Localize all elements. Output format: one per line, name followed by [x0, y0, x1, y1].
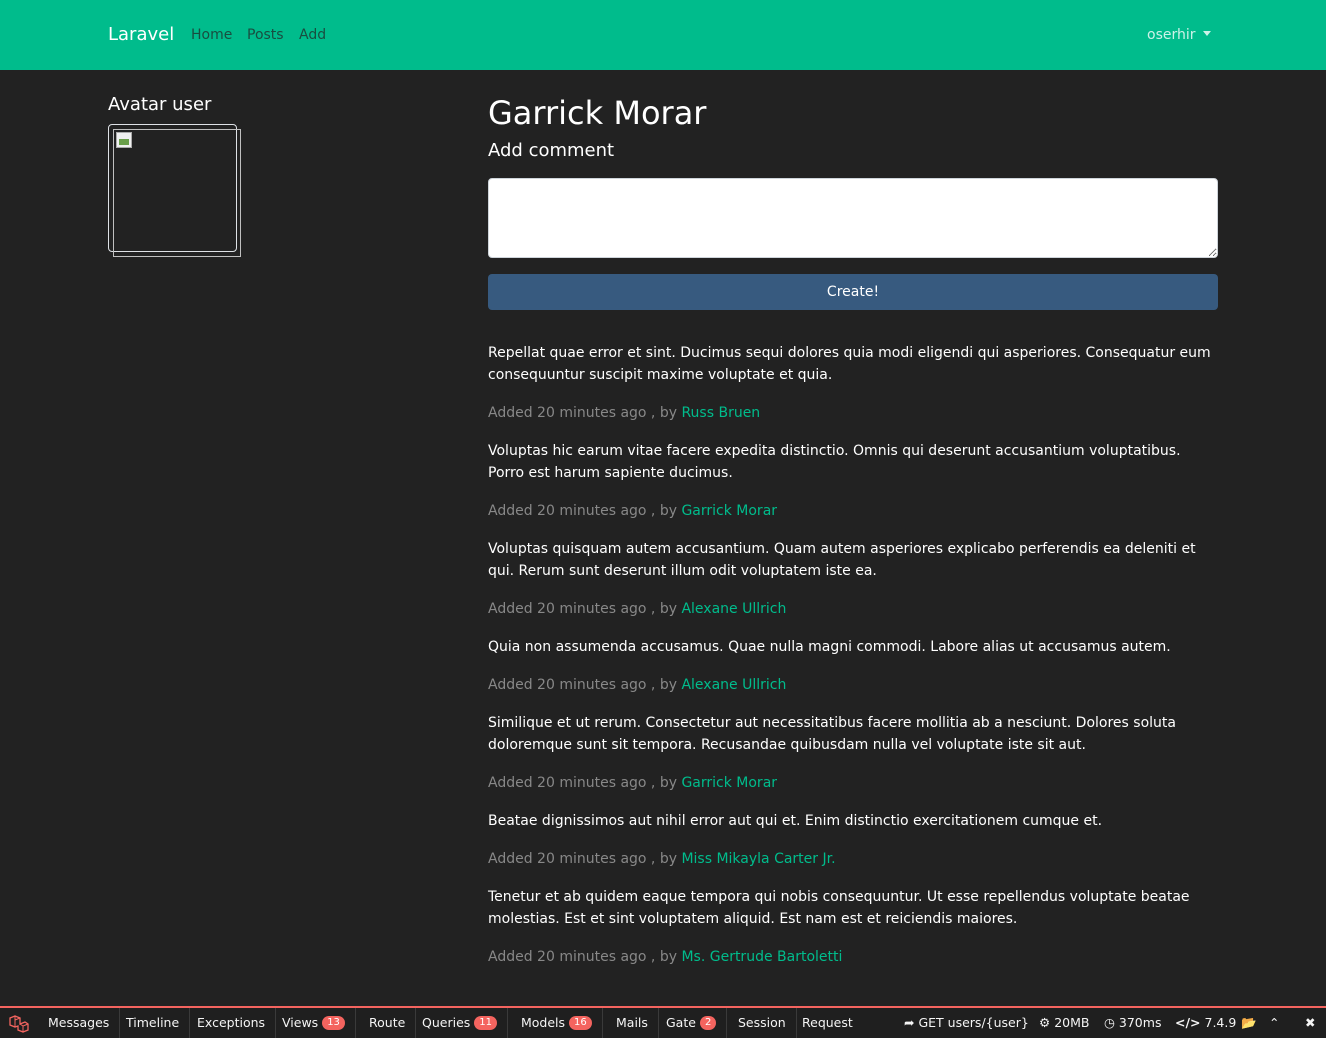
- cogs-icon: ⚙: [1039, 1015, 1051, 1030]
- debugbar-tab-session[interactable]: Session: [728, 1008, 797, 1038]
- debugbar-tab-exceptions[interactable]: Exceptions: [187, 1008, 277, 1038]
- comment-meta: Added 20 minutes ago , by Alexane Ullric…: [488, 598, 1218, 620]
- debugbar-tab-views[interactable]: Views 13: [272, 1008, 356, 1038]
- debugbar-tab-gate[interactable]: Gate 2: [656, 1008, 728, 1038]
- share-icon: ➦: [904, 1015, 915, 1030]
- debugbar-php: </> 7.4.9: [1175, 1008, 1236, 1038]
- debugbar-tab-timeline[interactable]: Timeline: [116, 1008, 191, 1038]
- avatar-title: Avatar user: [108, 94, 212, 115]
- debugbar-badge: 13: [322, 1015, 345, 1030]
- avatar-image: [113, 129, 241, 257]
- comment-author-link[interactable]: Ms. Gertrude Bartoletti: [681, 949, 842, 965]
- comment-text: Quia non assumenda accusamus. Quae nulla…: [488, 639, 1171, 655]
- comment-meta: Added 20 minutes ago , by Ms. Gertrude B…: [488, 946, 1218, 968]
- clock-icon: ◷: [1104, 1015, 1115, 1030]
- laravel-logo-icon[interactable]: [8, 1014, 30, 1034]
- comment-meta: Added 20 minutes ago , by Garrick Morar: [488, 500, 1218, 522]
- comment-item: Voluptas quisquam autem accusantium. Qua…: [488, 538, 1218, 620]
- folder-open-icon[interactable]: 📂: [1241, 1008, 1257, 1038]
- nav-link-home[interactable]: Home: [191, 27, 232, 43]
- debugbar-route[interactable]: ➦ GET users/{user}: [904, 1008, 1029, 1038]
- create-button[interactable]: Create!: [488, 274, 1218, 310]
- debugbar-route-text: GET users/{user}: [918, 1015, 1029, 1030]
- comment-meta-text: Added 20 minutes ago , by: [488, 677, 682, 693]
- comment-text: Voluptas hic earum vitae facere expedita…: [488, 443, 1181, 481]
- comment-item: Voluptas hic earum vitae facere expedita…: [488, 440, 1218, 522]
- debugbar-tab-label: Messages: [48, 1015, 110, 1030]
- debugbar-tab-label: Views: [282, 1015, 319, 1030]
- debugbar-memory-text: 20MB: [1054, 1015, 1090, 1030]
- comment-meta: Added 20 minutes ago , by Alexane Ullric…: [488, 674, 1218, 696]
- comment-list: Repellat quae error et sint. Ducimus seq…: [488, 342, 1218, 984]
- comment-meta: Added 20 minutes ago , by Russ Bruen: [488, 402, 1218, 424]
- code-icon: </>: [1175, 1015, 1201, 1030]
- debugbar-tab-label: Timeline: [126, 1015, 180, 1030]
- debugbar-php-text: 7.4.9: [1204, 1015, 1237, 1030]
- debugbar-tab-label: Gate: [666, 1015, 696, 1030]
- debugbar-tab-label: Exceptions: [197, 1015, 266, 1030]
- navbar: Laravel Home Posts Add oserhir: [0, 0, 1326, 70]
- comment-author-link[interactable]: Miss Mikayla Carter Jr.: [681, 851, 835, 867]
- debugbar-tab-mails[interactable]: Mails: [606, 1008, 659, 1038]
- debugbar: Messages Timeline Exceptions Views 13 Rou…: [0, 1006, 1326, 1038]
- debugbar-memory: ⚙ 20MB: [1039, 1008, 1089, 1038]
- comment-meta-text: Added 20 minutes ago , by: [488, 851, 682, 867]
- debugbar-tab-label: Mails: [616, 1015, 648, 1030]
- chevron-up-icon[interactable]: ⌃: [1269, 1008, 1279, 1038]
- comment-meta: Added 20 minutes ago , by Garrick Morar: [488, 772, 1218, 794]
- comment-item: Beatae dignissimos aut nihil error aut q…: [488, 810, 1218, 870]
- user-dropdown[interactable]: oserhir: [1147, 27, 1211, 43]
- nav-link-posts[interactable]: Posts: [247, 27, 284, 43]
- comment-item: Quia non assumenda accusamus. Quae nulla…: [488, 636, 1218, 696]
- nav-link-add[interactable]: Add: [299, 27, 326, 43]
- comment-item: Repellat quae error et sint. Ducimus seq…: [488, 342, 1218, 424]
- close-icon[interactable]: ✖: [1305, 1008, 1315, 1038]
- comment-author-link[interactable]: Alexane Ullrich: [681, 677, 786, 693]
- comment-textarea[interactable]: [488, 178, 1218, 258]
- debugbar-badge: 11: [474, 1015, 498, 1030]
- comment-text: Tenetur et ab quidem eaque tempora qui n…: [488, 889, 1190, 927]
- comment-meta-text: Added 20 minutes ago , by: [488, 503, 682, 519]
- comment-text: Repellat quae error et sint. Ducimus seq…: [488, 345, 1211, 383]
- user-name: oserhir: [1147, 27, 1196, 43]
- debugbar-time[interactable]: ◷ 370ms: [1104, 1008, 1161, 1038]
- broken-image-icon: [116, 132, 132, 148]
- comment-author-link[interactable]: Russ Bruen: [681, 405, 760, 421]
- comment-meta-text: Added 20 minutes ago , by: [488, 601, 682, 617]
- debugbar-tab-messages[interactable]: Messages: [38, 1008, 121, 1038]
- debugbar-tab-route[interactable]: Route: [359, 1008, 417, 1038]
- debugbar-tab-label: Models: [521, 1015, 566, 1030]
- comment-meta-text: Added 20 minutes ago , by: [488, 405, 682, 421]
- debugbar-time-text: 370ms: [1118, 1015, 1162, 1030]
- debugbar-tab-label: Route: [369, 1015, 406, 1030]
- page-title: Garrick Morar: [488, 94, 707, 132]
- comment-meta: Added 20 minutes ago , by Miss Mikayla C…: [488, 848, 1218, 870]
- comment-author-link[interactable]: Garrick Morar: [681, 775, 777, 791]
- comment-item: Similique et ut rerum. Consectetur aut n…: [488, 712, 1218, 794]
- debugbar-tab-models[interactable]: Models 16: [511, 1008, 603, 1038]
- debugbar-tab-label: Session: [738, 1015, 786, 1030]
- comment-author-link[interactable]: Alexane Ullrich: [681, 601, 786, 617]
- comment-text: Voluptas quisquam autem accusantium. Qua…: [488, 541, 1196, 579]
- debugbar-tab-request[interactable]: Request: [792, 1008, 863, 1038]
- comment-text: Similique et ut rerum. Consectetur aut n…: [488, 715, 1176, 753]
- debugbar-tab-label: Queries: [422, 1015, 471, 1030]
- debugbar-badge: 16: [569, 1015, 592, 1030]
- comment-item: Tenetur et ab quidem eaque tempora qui n…: [488, 886, 1218, 968]
- debugbar-badge: 2: [699, 1015, 717, 1030]
- comment-author-link[interactable]: Garrick Morar: [681, 503, 777, 519]
- add-comment-label: Add comment: [488, 140, 615, 161]
- debugbar-tab-queries[interactable]: Queries 11: [412, 1008, 509, 1038]
- brand-link[interactable]: Laravel: [108, 24, 174, 45]
- comment-meta-text: Added 20 minutes ago , by: [488, 949, 682, 965]
- comment-text: Beatae dignissimos aut nihil error aut q…: [488, 813, 1103, 829]
- chevron-down-icon: [1202, 30, 1211, 36]
- comment-meta-text: Added 20 minutes ago , by: [488, 775, 682, 791]
- debugbar-tab-label: Request: [802, 1015, 853, 1030]
